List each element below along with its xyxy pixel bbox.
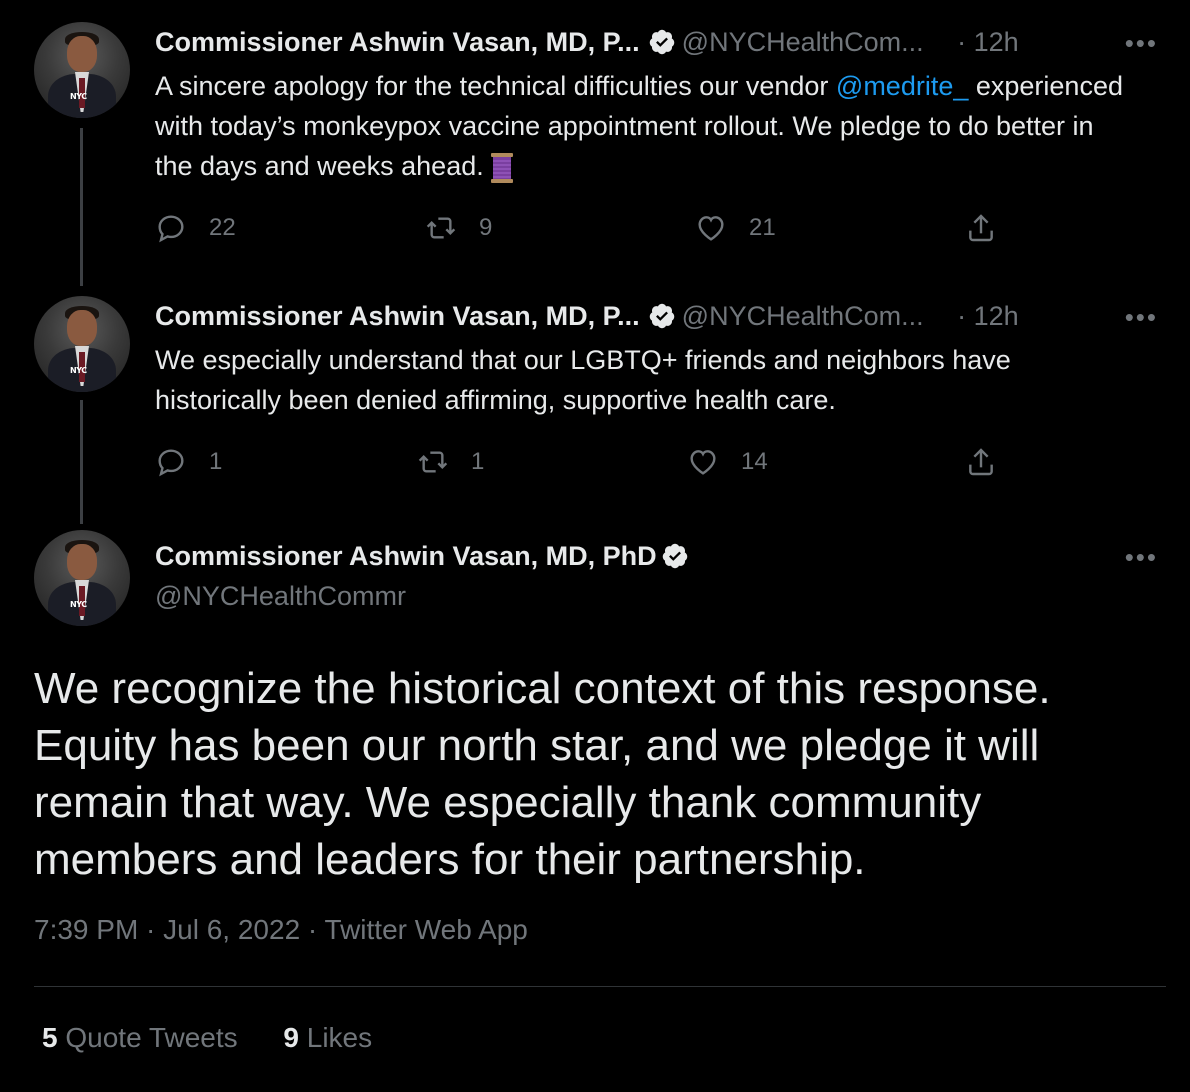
reply-icon bbox=[158, 449, 184, 477]
reply-icon bbox=[158, 215, 184, 243]
likes-link[interactable]: 9 Likes bbox=[283, 1022, 372, 1053]
author-handle[interactable]: @NYCHealthCommr bbox=[155, 579, 406, 613]
more-options-icon[interactable]: ••• bbox=[1125, 542, 1158, 573]
author-handle[interactable]: @NYCHealthCom... bbox=[682, 27, 924, 57]
tweet-text: We especially understand that our LGBTQ+… bbox=[155, 345, 1011, 415]
author-handle[interactable]: @NYCHealthCom... bbox=[682, 301, 924, 331]
avatar-badge: NYC bbox=[70, 92, 87, 101]
more-options-icon[interactable]: ••• bbox=[1125, 28, 1158, 59]
quote-tweets-count: 5 bbox=[42, 1022, 58, 1053]
retweet-button[interactable]: 1 bbox=[417, 446, 484, 478]
tweet-time[interactable]: · 12h bbox=[957, 27, 1019, 57]
divider bbox=[34, 986, 1166, 987]
retweet-button[interactable]: 9 bbox=[425, 212, 492, 244]
tweet-actions: 22 9 21 bbox=[155, 212, 1015, 252]
more-options-icon[interactable]: ••• bbox=[1125, 302, 1158, 333]
thread-spool-icon bbox=[490, 152, 513, 183]
author-name[interactable]: Commissioner Ashwin Vasan, MD, PhD bbox=[155, 541, 657, 571]
tweet-stats: 5 Quote Tweets 9 Likes bbox=[42, 1022, 372, 1054]
avatar-badge: NYC bbox=[70, 600, 87, 609]
tweet-timestamp[interactable]: 7:39 PM · Jul 6, 2022 · Twitter Web App bbox=[34, 914, 528, 946]
mention-link[interactable]: @medrite_ bbox=[836, 71, 968, 101]
avatar[interactable]: NYC bbox=[34, 530, 130, 626]
share-icon bbox=[969, 214, 993, 242]
verified-badge-icon bbox=[649, 29, 674, 55]
like-count: 21 bbox=[749, 214, 776, 241]
main-tweet-text: We recognize the historical context of t… bbox=[34, 664, 1051, 884]
avatar[interactable]: NYC bbox=[34, 296, 130, 392]
reply-count: 22 bbox=[209, 214, 236, 241]
tweet-time[interactable]: · 12h bbox=[957, 301, 1019, 331]
retweet-icon bbox=[426, 217, 456, 239]
thread-tweet[interactable]: NYC Commissioner Ashwin Vasan, MD, P... @… bbox=[0, 0, 1190, 280]
retweet-icon bbox=[418, 451, 448, 473]
tweet-header: Commissioner Ashwin Vasan, MD, P... @NYCH… bbox=[155, 25, 1019, 60]
heart-icon bbox=[698, 216, 724, 241]
avatar-badge: NYC bbox=[70, 366, 87, 375]
share-button[interactable] bbox=[965, 212, 1019, 244]
likes-count: 9 bbox=[283, 1022, 299, 1053]
quote-tweets-link[interactable]: 5 Quote Tweets bbox=[42, 1022, 245, 1053]
reply-count: 1 bbox=[209, 448, 223, 475]
reply-button[interactable]: 1 bbox=[155, 446, 222, 478]
author-name[interactable]: Commissioner Ashwin Vasan, MD, P... bbox=[155, 27, 640, 57]
share-icon bbox=[969, 448, 993, 476]
like-button[interactable]: 14 bbox=[687, 446, 768, 478]
share-button[interactable] bbox=[965, 446, 1019, 478]
verified-badge-icon bbox=[662, 543, 687, 569]
like-button[interactable]: 21 bbox=[695, 212, 776, 244]
tweet-text: A sincere apology for the technical diff… bbox=[155, 66, 1135, 186]
retweet-count: 9 bbox=[479, 214, 493, 241]
retweet-count: 1 bbox=[471, 448, 485, 475]
likes-label: Likes bbox=[306, 1022, 373, 1053]
author-name[interactable]: Commissioner Ashwin Vasan, MD, P... bbox=[155, 301, 640, 331]
heart-icon bbox=[690, 450, 716, 475]
tweet-actions: 1 1 14 bbox=[155, 446, 1015, 486]
thread-tweet[interactable]: NYC Commissioner Ashwin Vasan, MD, P... @… bbox=[0, 280, 1190, 520]
like-count: 14 bbox=[741, 448, 768, 475]
reply-button[interactable]: 22 bbox=[155, 212, 236, 244]
verified-badge-icon bbox=[649, 303, 674, 329]
quote-tweets-label: Quote Tweets bbox=[65, 1022, 238, 1053]
tweet-header: Commissioner Ashwin Vasan, MD, PhD bbox=[155, 539, 695, 574]
tweet-header: Commissioner Ashwin Vasan, MD, P... @NYCH… bbox=[155, 299, 1019, 334]
avatar[interactable]: NYC bbox=[34, 22, 130, 118]
